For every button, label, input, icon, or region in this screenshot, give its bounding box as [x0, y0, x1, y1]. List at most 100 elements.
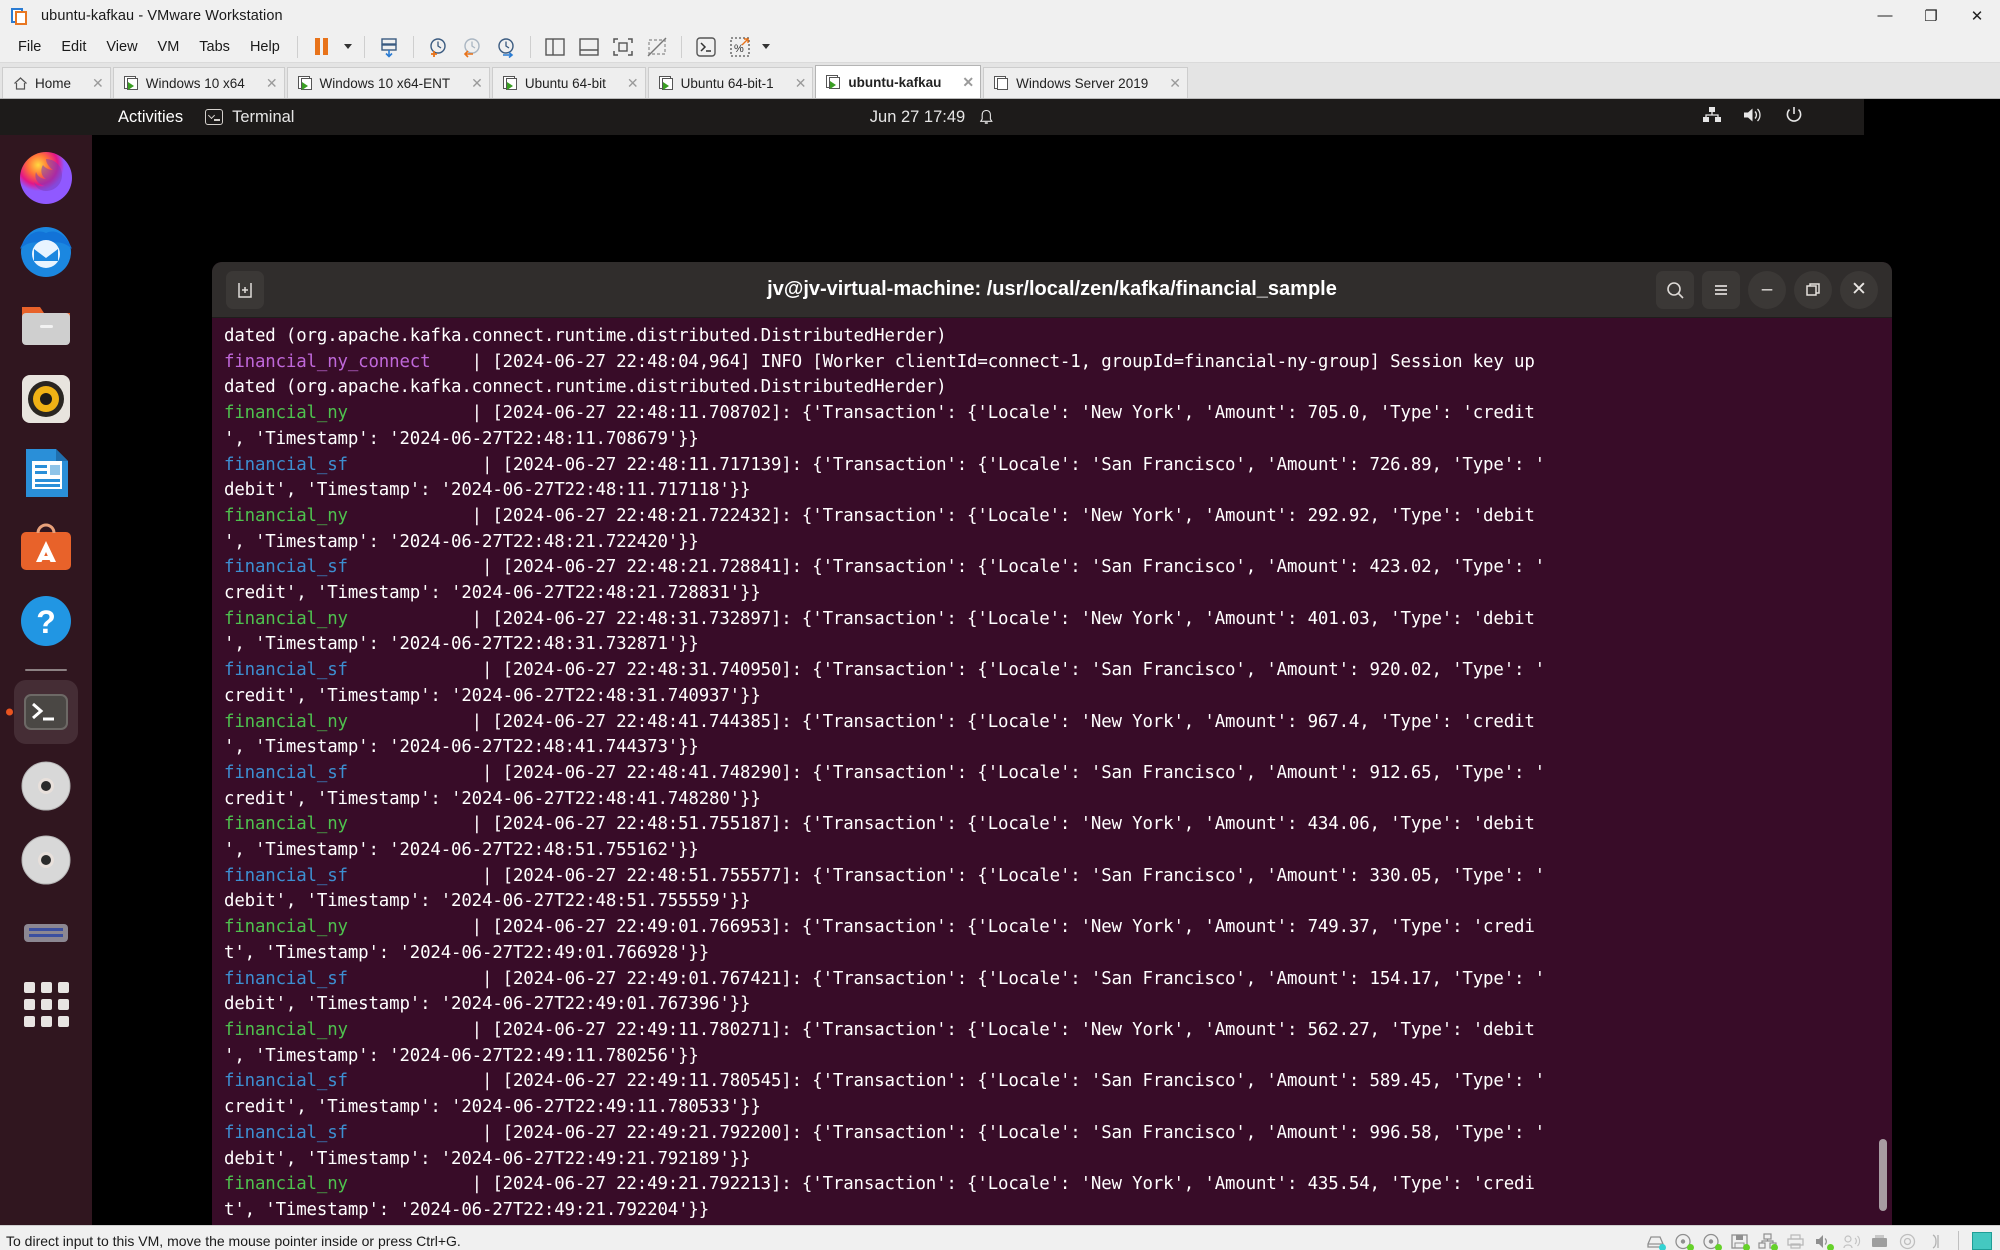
tab-windows-10-x64[interactable]: Windows 10 x64 ✕ — [112, 67, 285, 98]
network-status-icon[interactable] — [1758, 1232, 1778, 1250]
terminal-search-button[interactable] — [1656, 270, 1694, 309]
caret-down-icon-2 — [761, 44, 770, 49]
snapshot-revert-icon — [463, 37, 480, 58]
tab-close-icon[interactable]: ✕ — [962, 74, 974, 91]
tab-close-icon[interactable]: ✕ — [627, 75, 639, 92]
tab-close-icon[interactable]: ✕ — [266, 75, 278, 92]
menu-tabs[interactable]: Tabs — [189, 35, 240, 59]
dock-item-thunderbird[interactable] — [14, 219, 78, 283]
camera-status-icon[interactable] — [1898, 1233, 1917, 1250]
suspend-dropdown[interactable] — [339, 34, 357, 60]
show-thumbnail-bar-button[interactable] — [572, 34, 606, 60]
tab-close-icon[interactable]: ✕ — [92, 75, 104, 92]
system-status-area[interactable] — [1702, 105, 1804, 130]
ubuntu-software-icon — [21, 523, 71, 570]
status-dot — [1715, 1243, 1722, 1250]
tab-close-icon[interactable]: ✕ — [1169, 75, 1181, 92]
floppy-status-icon[interactable] — [1730, 1233, 1750, 1250]
app-menu-button[interactable]: Terminal — [205, 108, 294, 127]
terminal-window[interactable]: jv@jv-virtual-machine: /usr/local/zen/ka… — [212, 262, 1892, 1225]
tab-close-icon[interactable]: ✕ — [795, 75, 807, 92]
menu-edit[interactable]: Edit — [51, 35, 96, 59]
console-view-button[interactable] — [689, 34, 723, 60]
tab-windows-10-x64-ent[interactable]: Windows 10 x64-ENT ✕ — [286, 67, 490, 98]
power-down-button[interactable] — [372, 34, 406, 60]
unity-mode-button[interactable] — [640, 34, 674, 60]
dock-item-terminal[interactable] — [6, 680, 78, 744]
dock-item-ubuntu-software[interactable] — [14, 515, 78, 579]
take-snapshot-button[interactable] — [421, 34, 455, 60]
console-icon — [696, 36, 716, 57]
tab-close-icon[interactable]: ✕ — [471, 75, 483, 92]
dock-item-disc-2[interactable] — [14, 828, 78, 892]
minimize-button[interactable]: — — [1862, 0, 1908, 31]
terminal-line: financial_ny | [2024-06-27 22:48:41.7443… — [224, 711, 1535, 732]
clock-label: Jun 27 17:49 — [869, 107, 966, 126]
tab-windows-server-2019[interactable]: Windows Server 2019 ✕ — [983, 67, 1188, 98]
vm-display[interactable]: Activities Terminal Jun 27 17:49 ? jv@jv… — [0, 99, 2000, 1225]
dock-item-trash[interactable] — [14, 902, 78, 966]
terminal-line: ', 'Timestamp': '2024-06-27T22:49:11.780… — [224, 1045, 699, 1066]
dock-item-files[interactable] — [14, 293, 78, 357]
dock-item-disc-1[interactable] — [14, 754, 78, 818]
printer-status-icon[interactable] — [1786, 1233, 1805, 1250]
terminal-line: t', 'Timestamp': '2024-06-27T22:49:01.76… — [224, 942, 710, 963]
terminal-title: jv@jv-virtual-machine: /usr/local/zen/ka… — [767, 278, 1337, 300]
usb-port-status-icon[interactable] — [1926, 1233, 1945, 1250]
terminal-line: ', 'Timestamp': '2024-06-27T22:48:21.722… — [224, 531, 699, 552]
show-library-button[interactable] — [538, 34, 572, 60]
cd-drive-1-status-icon[interactable] — [1674, 1233, 1694, 1250]
send-key-button[interactable]: % — [723, 34, 757, 60]
snapshot-add-icon — [430, 37, 446, 57]
suspend-button[interactable] — [305, 34, 339, 60]
tab-home[interactable]: Home ✕ — [2, 67, 111, 98]
terminal-scrollbar[interactable] — [1878, 318, 1888, 1225]
sound-status-icon[interactable] — [1814, 1233, 1834, 1250]
terminal-line: credit', 'Timestamp': '2024-06-27T22:48:… — [224, 583, 761, 604]
firefox-icon — [20, 152, 72, 204]
vm-icon — [297, 75, 313, 91]
dock-item-help[interactable]: ? — [14, 589, 78, 653]
activities-button[interactable]: Activities — [118, 108, 183, 127]
maximize-button[interactable]: ❐ — [1908, 0, 1954, 31]
tab-ubuntu-64-bit-1[interactable]: Ubuntu 64-bit-1 ✕ — [647, 67, 814, 98]
tab-ubuntu-kafkau[interactable]: ubuntu-kafkau ✕ — [815, 65, 982, 98]
hard-disk-status-icon[interactable] — [1646, 1233, 1666, 1250]
show-applications-button[interactable] — [23, 982, 69, 1027]
menu-file[interactable]: File — [8, 35, 51, 59]
menu-view[interactable]: View — [96, 35, 147, 59]
terminal-line: financial_ny_connect | [2024-06-27 22:48… — [224, 351, 1535, 372]
menu-help[interactable]: Help — [240, 35, 290, 59]
menu-vm[interactable]: VM — [148, 35, 190, 59]
dock-item-rhythmbox[interactable] — [14, 367, 78, 431]
terminal-menu-button[interactable] — [1702, 270, 1740, 309]
terminal-header-bar[interactable]: jv@jv-virtual-machine: /usr/local/zen/ka… — [212, 262, 1892, 318]
clock-button[interactable]: Jun 27 17:49 — [870, 108, 994, 127]
send-key-dropdown[interactable] — [757, 34, 775, 60]
panel-left-icon — [545, 37, 565, 56]
bluetooth-status-icon[interactable] — [1842, 1233, 1861, 1250]
new-tab-button[interactable] — [226, 270, 264, 309]
tab-label: ubuntu-kafkau — [848, 74, 942, 90]
snapshot-manager-button[interactable] — [489, 34, 523, 60]
scrollbar-thumb[interactable] — [1879, 1139, 1887, 1211]
revert-snapshot-button[interactable] — [455, 34, 489, 60]
dock-item-firefox[interactable] — [14, 145, 78, 209]
terminal-close-button[interactable]: ✕ — [1840, 270, 1878, 309]
full-screen-button[interactable] — [606, 34, 640, 60]
terminal-minimize-button[interactable]: – — [1748, 270, 1786, 309]
dock-item-libreoffice-writer[interactable] — [14, 441, 78, 505]
terminal-output-area[interactable]: dated (org.apache.kafka.connect.runtime.… — [212, 318, 1892, 1225]
terminal-line: financial_sf | [2024-06-27 22:48:51.7555… — [224, 865, 1545, 886]
tab-ubuntu-64-bit[interactable]: Ubuntu 64-bit ✕ — [491, 67, 646, 98]
toolbar-divider — [296, 35, 298, 58]
unity-indicator-icon[interactable] — [1972, 1232, 1992, 1250]
network-icon — [1702, 106, 1722, 129]
cd-drive-2-status-icon[interactable] — [1702, 1233, 1722, 1250]
app-grid-dot — [57, 999, 69, 1010]
app-grid-dot — [40, 999, 52, 1010]
close-button[interactable]: ✕ — [1954, 0, 2000, 31]
usb-status-icon[interactable] — [1870, 1233, 1889, 1250]
terminal-maximize-button[interactable] — [1794, 270, 1832, 309]
terminal-line: credit', 'Timestamp': '2024-06-27T22:49:… — [224, 1097, 761, 1118]
